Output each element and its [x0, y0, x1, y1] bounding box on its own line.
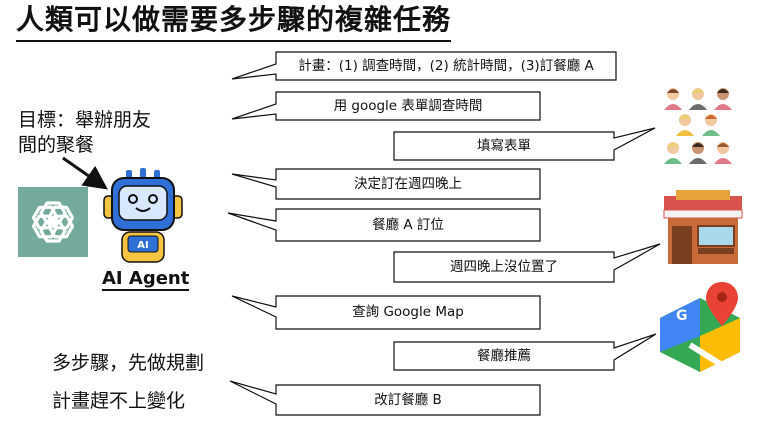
bubble-no-seat: 週四晚上沒位置了 [450, 259, 558, 275]
people-group-icon [664, 88, 732, 164]
bubble-fill-form: 填寫表單 [477, 138, 531, 154]
robot-icon: AI [103, 168, 183, 263]
google-maps-icon: G [660, 282, 740, 373]
bubble-book-b: 改訂餐廳 B [374, 392, 442, 408]
bubble-google-map: 查詢 Google Map [352, 304, 464, 320]
bubble-book-a: 餐廳 A 訂位 [372, 217, 444, 233]
bubble-plan: 計畫：(1) 調查時間，(2) 統計時間，(3)訂餐廳 A [298, 58, 594, 74]
svg-text:G: G [676, 308, 688, 324]
restaurant-icon [663, 190, 743, 264]
bubble-recommend: 餐廳推薦 [477, 348, 531, 364]
robot-face-label: AI [137, 240, 148, 251]
bubble-decide: 決定訂在週四晚上 [354, 176, 462, 192]
bubble-google-form: 用 google 表單調查時間 [333, 98, 483, 114]
goal-arrow [62, 156, 108, 190]
